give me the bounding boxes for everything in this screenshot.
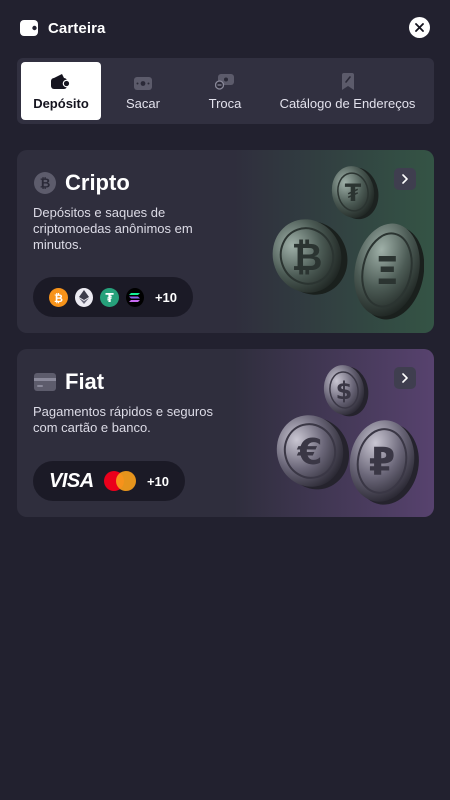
card-title: Fiat (65, 369, 105, 394)
bitcoin-icon: ₿ (33, 171, 57, 195)
fiat-card[interactable]: Fiat Pagamentos rápidos e seguros com ca… (17, 349, 434, 517)
solana-icon (125, 287, 144, 307)
svg-text:₮: ₮ (105, 291, 114, 305)
close-icon (415, 23, 424, 32)
card-icon (33, 370, 57, 394)
tab-label: Catálogo de Endereços (279, 95, 416, 111)
visa-logo: VISA (49, 469, 94, 492)
cash-icon (134, 72, 152, 90)
tab-label: Troca (208, 95, 242, 111)
tab-bar: Depósito Sacar Troca Catálogo de Endereç… (17, 58, 434, 124)
bitcoin-symbol: ₿ (292, 235, 323, 279)
bitcoin-icon: ₿ (49, 287, 68, 307)
more-coins-count: +10 (154, 289, 177, 305)
ruble-symbol: ₽ (369, 440, 395, 484)
euro-symbol: € (296, 432, 322, 473)
ethereum-symbol: Ξ (375, 249, 399, 293)
card-header: Fiat (33, 369, 104, 395)
page-title: Carteira (48, 19, 106, 37)
tab-withdraw[interactable]: Sacar (101, 62, 185, 120)
card-description: Pagamentos rápidos e seguros com cartão … (33, 404, 213, 435)
mastercard-icon (103, 471, 136, 491)
exchange-icon (215, 72, 235, 90)
crypto-coins-illustration: ₮ ₿ Ξ (272, 166, 424, 320)
card-title: Cripto (65, 170, 130, 195)
dollar-symbol: $ (336, 377, 353, 405)
payment-methods-pill: VISA +10 (33, 461, 185, 501)
tab-exchange[interactable]: Troca (185, 62, 265, 120)
fiat-coins-illustration: $ € ₽ (276, 365, 419, 505)
crypto-card[interactable]: ₿ Cripto Depósitos e saques de criptomoe… (17, 150, 434, 333)
more-methods-count: +10 (146, 473, 169, 489)
ethereum-icon (75, 287, 93, 307)
tab-deposit[interactable]: Depósito (21, 62, 101, 120)
svg-text:₿: ₿ (54, 292, 63, 305)
card-header: ₿ Cripto (33, 170, 130, 196)
tab-label: Sacar (126, 95, 160, 111)
wallet-icon (20, 19, 40, 37)
header: Carteira (0, 0, 450, 56)
card-description: Depósitos e saques de criptomoedas anôni… (33, 205, 193, 252)
supported-coins-pill: ₿ ₮ +10 (33, 277, 193, 317)
close-button[interactable] (409, 17, 430, 38)
bookmark-icon (341, 72, 355, 90)
tab-label: Depósito (33, 95, 89, 111)
wallet-deposit-icon (51, 72, 71, 90)
svg-text:₿: ₿ (40, 177, 51, 192)
tether-symbol: ₮ (345, 179, 362, 207)
tab-address-book[interactable]: Catálogo de Endereços (265, 62, 430, 120)
tether-icon: ₮ (99, 287, 119, 307)
